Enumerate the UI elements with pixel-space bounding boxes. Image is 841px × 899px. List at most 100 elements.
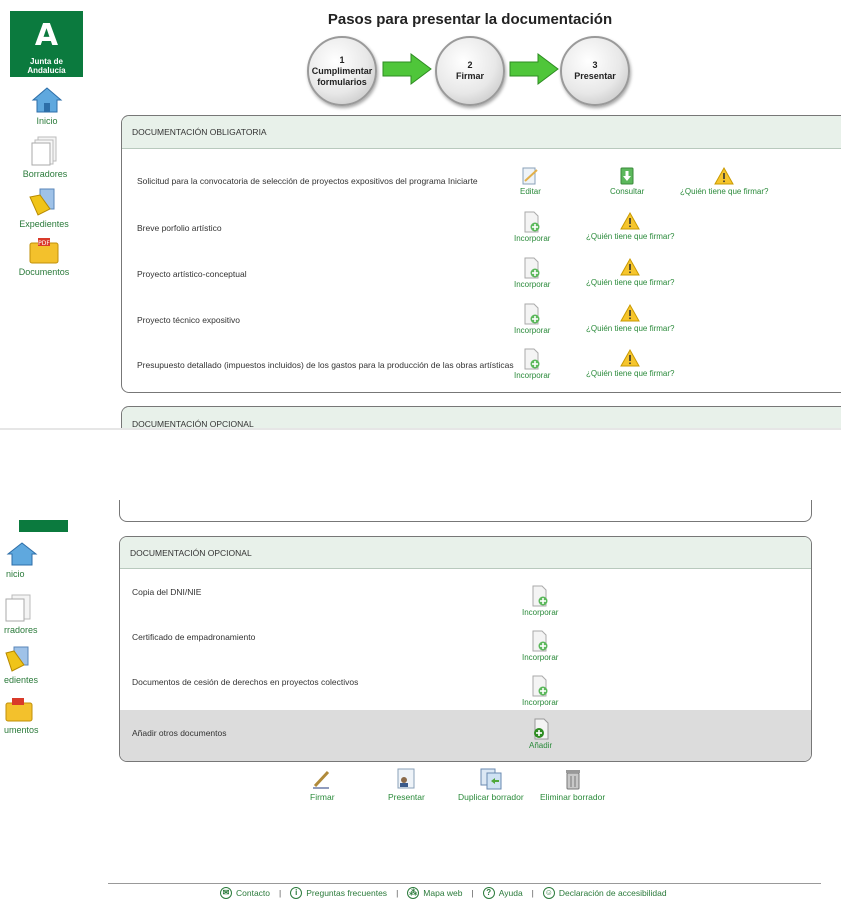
add-other-docs-row: Añadir otros documentos Añadir <box>120 710 811 761</box>
step-3: 3 Presentar <box>560 36 630 106</box>
who-signs-label: ¿Quién tiene que firmar? <box>680 187 769 196</box>
documents-folder-icon: PDF <box>29 238 59 264</box>
warning-icon <box>714 166 735 185</box>
delete-label: Eliminar borrador <box>540 792 606 802</box>
step-number: 1 <box>339 54 345 65</box>
add-button[interactable]: Añadir <box>529 718 552 750</box>
add-document-icon <box>532 675 548 697</box>
drafts-icon <box>5 594 31 622</box>
drafts-icon <box>31 136 57 166</box>
arrow-right-icon <box>382 53 432 85</box>
incorporate-button[interactable]: Incorporar <box>514 303 550 335</box>
accessibility-icon: ☺ <box>542 887 555 899</box>
step-label: Cumplimentar <box>311 65 373 76</box>
incorporate-button[interactable]: Incorporar <box>522 630 558 662</box>
doc-label: Presupuesto detallado (impuestos incluid… <box>137 360 514 370</box>
duplicate-draft-button[interactable]: Duplicar borrador <box>458 768 524 802</box>
step-number: 3 <box>592 60 598 70</box>
doc-label: Documentos de cesión de derechos en proy… <box>132 677 359 687</box>
footer-link-faq[interactable]: i Preguntas frecuentes <box>290 887 387 899</box>
sidebar-item-expedientes[interactable]: Expedientes <box>9 187 79 229</box>
incorporate-label: Incorporar <box>522 698 559 707</box>
who-signs-label: ¿Quién tiene que firmar? <box>586 369 675 378</box>
footer-link-contacto[interactable]: ✉ Contacto <box>220 887 270 899</box>
sidebar-item-borradores[interactable]: rradores <box>0 593 50 635</box>
who-signs-link[interactable]: ¿Quién tiene que firmar? <box>586 348 675 378</box>
incorporate-button[interactable]: Incorporar <box>522 585 558 617</box>
add-document-icon <box>524 303 540 325</box>
footer-link-accesibilidad[interactable]: ☺ Declaración de accesibilidad <box>542 887 667 899</box>
doc-row: Certificado de empadronamiento Incorpora… <box>120 630 811 670</box>
incorporate-label: Incorporar <box>514 371 551 380</box>
divider <box>0 428 841 430</box>
sidebar-item-inicio[interactable]: nicio <box>0 541 46 579</box>
incorporate-button[interactable]: Incorporar <box>514 348 550 380</box>
step-number: 2 <box>467 60 473 70</box>
who-signs-label: ¿Quién tiene que firmar? <box>586 232 675 241</box>
doc-label: Proyecto técnico expositivo <box>137 315 240 325</box>
footer: ✉ Contacto | i Preguntas frecuentes | ⁂ … <box>220 887 667 899</box>
documents-folder-icon <box>5 698 33 722</box>
doc-row: Proyecto artístico-conceptual Incorporar… <box>122 257 841 297</box>
sidebar-item-inicio[interactable]: Inicio <box>12 86 82 126</box>
footer-separator: | <box>396 888 399 898</box>
add-document-icon <box>524 257 540 279</box>
sidebar-item-expedientes[interactable]: edientes <box>0 645 55 685</box>
add-label: Añadir <box>529 741 553 750</box>
incorporate-button[interactable]: Incorporar <box>522 675 558 707</box>
who-signs-link[interactable]: ¿Quién tiene que firmar? <box>680 166 769 196</box>
info-icon: i <box>290 887 303 899</box>
warning-icon <box>620 211 641 230</box>
footer-link-ayuda[interactable]: ? Ayuda <box>482 887 523 899</box>
delete-draft-button[interactable]: Eliminar borrador <box>540 768 605 802</box>
sidebar-item-borradores[interactable]: Borradores <box>10 135 80 179</box>
present-button[interactable]: Presentar <box>388 768 425 802</box>
incorporate-button[interactable]: Incorporar <box>514 257 550 289</box>
warning-icon <box>620 303 641 322</box>
duplicate-icon <box>480 768 502 790</box>
svg-text:PDF: PDF <box>38 240 50 247</box>
doc-row: Presupuesto detallado (impuestos incluid… <box>122 348 841 388</box>
download-icon <box>620 167 634 185</box>
footer-link-label: Mapa web <box>423 888 463 898</box>
footer-link-mapa-web[interactable]: ⁂ Mapa web <box>407 887 463 899</box>
who-signs-link[interactable]: ¿Quién tiene que firmar? <box>586 211 675 241</box>
sign-button[interactable]: Firmar <box>310 768 335 802</box>
who-signs-link[interactable]: ¿Quién tiene que firmar? <box>586 257 675 287</box>
junta-logo-cropped[interactable] <box>19 520 68 532</box>
logo-text: Junta de Andalucía <box>27 57 66 75</box>
consult-label: Consultar <box>610 187 645 196</box>
who-signs-link[interactable]: ¿Quién tiene que firmar? <box>586 303 675 333</box>
panel-obligatoria: DOCUMENTACIÓN OBLIGATORIA Solicitud para… <box>121 115 841 393</box>
warning-icon <box>620 348 641 367</box>
incorporate-label: Incorporar <box>522 608 559 617</box>
trash-icon <box>565 770 580 790</box>
mail-icon: ✉ <box>220 887 232 899</box>
incorporate-button[interactable]: Incorporar <box>514 211 550 243</box>
consult-button[interactable]: Consultar <box>610 166 644 196</box>
doc-label: Solicitud para la convocatoria de selecc… <box>137 176 478 186</box>
add-document-icon <box>532 585 548 607</box>
present-icon <box>397 768 415 789</box>
step-label: Presentar <box>574 71 616 81</box>
doc-label: Añadir otros documentos <box>132 728 227 738</box>
home-icon <box>31 87 63 113</box>
panel-header: DOCUMENTACIÓN OPCIONAL <box>120 537 811 569</box>
sidebar-item-label: Borradores <box>22 169 68 179</box>
sidebar-item-documentos[interactable]: umentos <box>0 697 55 735</box>
doc-row: Copia del DNI/NIE Incorporar <box>120 585 811 625</box>
add-document-icon <box>524 348 540 370</box>
junta-logo[interactable]: A Junta de Andalucía <box>10 11 83 77</box>
footer-link-label: Ayuda <box>498 888 523 898</box>
add-document-icon <box>533 718 549 740</box>
home-icon <box>6 542 38 566</box>
sidebar-item-label: Documentos <box>18 267 70 277</box>
edit-button[interactable]: Editar <box>520 166 541 196</box>
doc-row: Breve porfolio artístico Incorporar ¿Qui… <box>122 211 841 251</box>
doc-label: Copia del DNI/NIE <box>132 587 202 597</box>
doc-label: Proyecto artístico-conceptual <box>137 269 247 279</box>
incorporate-label: Incorporar <box>522 653 559 662</box>
sidebar-item-documentos[interactable]: PDF Documentos <box>9 237 79 277</box>
sidebar-item-label: edientes <box>4 675 39 685</box>
footer-link-label: Preguntas frecuentes <box>306 888 388 898</box>
